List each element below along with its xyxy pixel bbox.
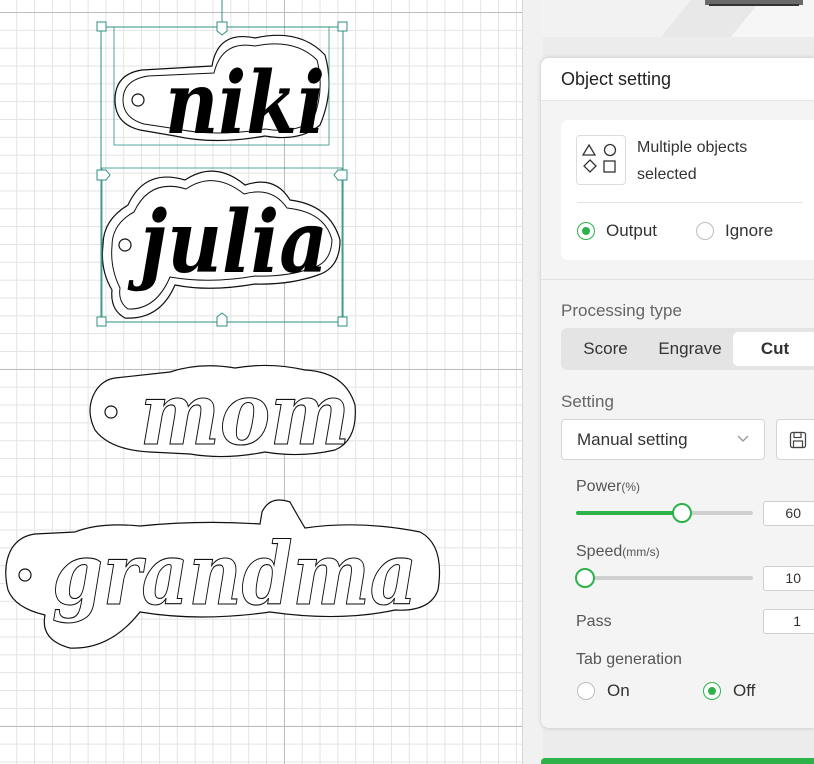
tab-generation-on-label[interactable]: On — [607, 681, 630, 701]
object-setting-panel: Object setting Multiple objects selected… — [541, 58, 814, 728]
processing-type-tabs: Score Engrave Cut — [561, 328, 814, 370]
processing-type-label: Processing type — [561, 301, 682, 320]
canvas-drawing: niki julia mom grandma — [5, 0, 441, 649]
pass-input[interactable]: 1 — [763, 609, 814, 634]
selection-card: Multiple objects selected Output Ignore — [561, 120, 814, 260]
shapes-icon — [576, 135, 626, 185]
keychain-mom-text: mom — [140, 364, 350, 465]
resize-handle-bottom-right[interactable] — [337, 316, 348, 327]
tab-generation-label: Tab generation — [576, 651, 682, 668]
tab-engrave[interactable]: Engrave — [647, 328, 733, 370]
machine-preview-card — [541, 0, 814, 37]
speed-label-text: Speed — [576, 543, 623, 560]
panel-header: Object setting — [541, 58, 814, 101]
resize-handle-right[interactable] — [333, 169, 348, 181]
power-slider[interactable] — [576, 503, 753, 523]
section-divider — [541, 279, 814, 280]
power-slider-thumb[interactable] — [672, 503, 693, 523]
keychain-niki[interactable]: niki — [114, 34, 330, 154]
keychain-julia-text: julia — [127, 192, 328, 293]
selection-text-line2: selected — [637, 166, 697, 183]
setting-label: Setting — [561, 392, 614, 411]
resize-handle-bottom-left[interactable] — [96, 316, 107, 327]
power-unit: (%) — [621, 480, 641, 494]
speed-input[interactable]: 10 — [763, 566, 814, 591]
pass-label: Pass — [576, 613, 612, 630]
power-input[interactable]: 60 — [763, 501, 814, 526]
keychain-mom[interactable]: mom — [89, 363, 356, 466]
resize-handle-top[interactable] — [216, 21, 228, 36]
ignore-radio[interactable] — [696, 222, 714, 240]
design-canvas[interactable]: niki julia mom grandma — [0, 0, 522, 764]
setting-dropdown-value: Manual setting — [577, 430, 688, 449]
speed-label: Speed(mm/s) — [576, 543, 660, 561]
start-button[interactable] — [541, 758, 814, 764]
output-radio-label[interactable]: Output — [606, 221, 657, 241]
keychain-julia[interactable]: julia — [101, 170, 341, 319]
resize-handle-top-right[interactable] — [337, 21, 348, 32]
panel-title: Object setting — [561, 69, 672, 89]
canvas-scroll-gutter — [522, 0, 543, 764]
chevron-down-icon — [736, 430, 750, 453]
tab-cut[interactable]: Cut — [733, 332, 814, 366]
tab-score[interactable]: Score — [569, 328, 642, 370]
machine-icon — [661, 0, 814, 37]
tab-generation-off-radio[interactable] — [703, 682, 721, 700]
resize-handle-top-left[interactable] — [96, 21, 107, 32]
power-slider-fill — [576, 511, 683, 515]
divider — [577, 202, 803, 203]
save-icon — [789, 431, 807, 454]
resize-handle-bottom[interactable] — [216, 312, 228, 327]
speed-slider[interactable] — [574, 568, 753, 588]
keychain-grandma-text: grandma — [52, 524, 417, 625]
speed-unit: (mm/s) — [622, 545, 660, 559]
resize-handle-left[interactable] — [96, 169, 111, 181]
power-label: Power(%) — [576, 478, 640, 496]
save-setting-button[interactable] — [776, 419, 814, 460]
tab-generation-off-label[interactable]: Off — [733, 681, 755, 701]
setting-dropdown[interactable]: Manual setting — [561, 419, 765, 460]
keychain-grandma[interactable]: grandma — [5, 499, 441, 649]
tab-generation-on-radio[interactable] — [577, 682, 595, 700]
selection-text-line1: Multiple objects — [637, 139, 748, 156]
output-radio[interactable] — [577, 222, 595, 240]
speed-slider-thumb[interactable] — [574, 568, 595, 588]
keychain-niki-text: niki — [165, 53, 325, 154]
ignore-radio-label[interactable]: Ignore — [725, 221, 773, 241]
power-label-text: Power — [576, 478, 622, 495]
